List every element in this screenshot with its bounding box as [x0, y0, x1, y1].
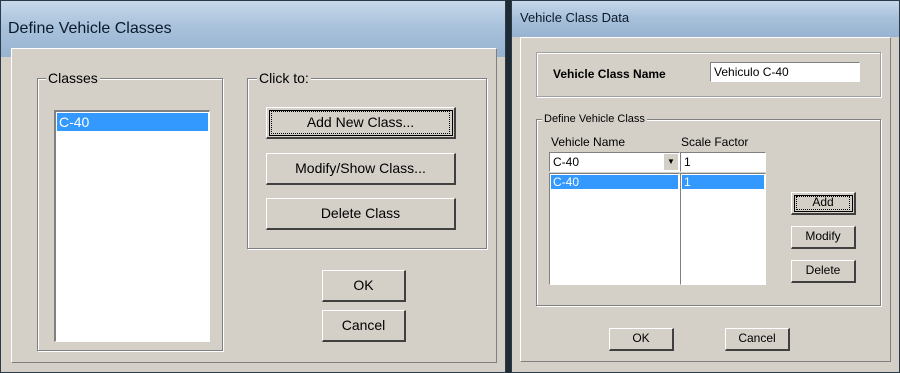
delete-button[interactable]: Delete: [791, 260, 856, 283]
list-item[interactable]: 1: [682, 175, 764, 189]
window-title: Define Vehicle Classes: [8, 20, 172, 37]
vehicle-list[interactable]: C-40: [549, 173, 680, 285]
cancel-button[interactable]: Cancel: [725, 328, 790, 351]
click-to-group: Click to: Add New Class... Modify/Show C…: [247, 70, 487, 249]
scale-factor-field[interactable]: 1: [680, 152, 766, 172]
modify-button[interactable]: Modify: [791, 226, 856, 249]
cancel-button[interactable]: Cancel: [322, 310, 406, 342]
define-vehicle-classes-window: Define Vehicle Classes Classes C-40 Clic…: [0, 0, 506, 373]
scale-factor-header: Scale Factor: [681, 135, 749, 149]
vehicle-class-data-window: Vehicle Class Data Vehicle Class Name Ve…: [511, 0, 900, 373]
window-title: Vehicle Class Data: [520, 10, 630, 25]
class-name-field[interactable]: Vehiculo C-40: [710, 62, 860, 82]
add-button[interactable]: Add: [791, 192, 856, 215]
dialog-client-area: Vehicle Class Name Vehiculo C-40 Define …: [520, 37, 891, 362]
list-item[interactable]: C-40: [57, 113, 208, 131]
dialog-client-area: Classes C-40 Click to: Add New Class... …: [11, 48, 497, 363]
classes-group: Classes C-40: [37, 70, 223, 351]
focus-rectangle: [271, 111, 450, 134]
click-to-group-label: Click to:: [257, 70, 311, 86]
define-vehicle-class-label: Define Vehicle Class: [542, 113, 647, 125]
classes-listbox[interactable]: C-40: [54, 110, 210, 342]
title-bar[interactable]: Vehicle Class Data: [512, 1, 899, 37]
define-vehicle-class-group: Define Vehicle Class Vehicle Name Scale …: [536, 113, 881, 306]
vehicle-name-selected: C-40: [553, 155, 580, 169]
ok-button[interactable]: OK: [322, 270, 406, 302]
list-item[interactable]: C-40: [551, 175, 678, 189]
delete-class-button[interactable]: Delete Class: [266, 198, 456, 230]
vehicle-name-dropdown[interactable]: C-40 ▼: [549, 152, 680, 172]
add-new-class-button[interactable]: Add New Class...: [266, 107, 456, 139]
vehicle-name-header: Vehicle Name: [551, 135, 626, 149]
class-name-panel: Vehicle Class Name Vehiculo C-40: [536, 52, 881, 97]
scale-factor-list[interactable]: 1: [680, 173, 766, 285]
ok-button[interactable]: OK: [609, 328, 674, 351]
class-name-label: Vehicle Class Name: [553, 67, 666, 81]
modify-show-class-button[interactable]: Modify/Show Class...: [266, 153, 456, 185]
focus-rectangle: [796, 196, 850, 210]
classes-group-label: Classes: [46, 70, 100, 86]
chevron-down-icon[interactable]: ▼: [663, 154, 678, 170]
